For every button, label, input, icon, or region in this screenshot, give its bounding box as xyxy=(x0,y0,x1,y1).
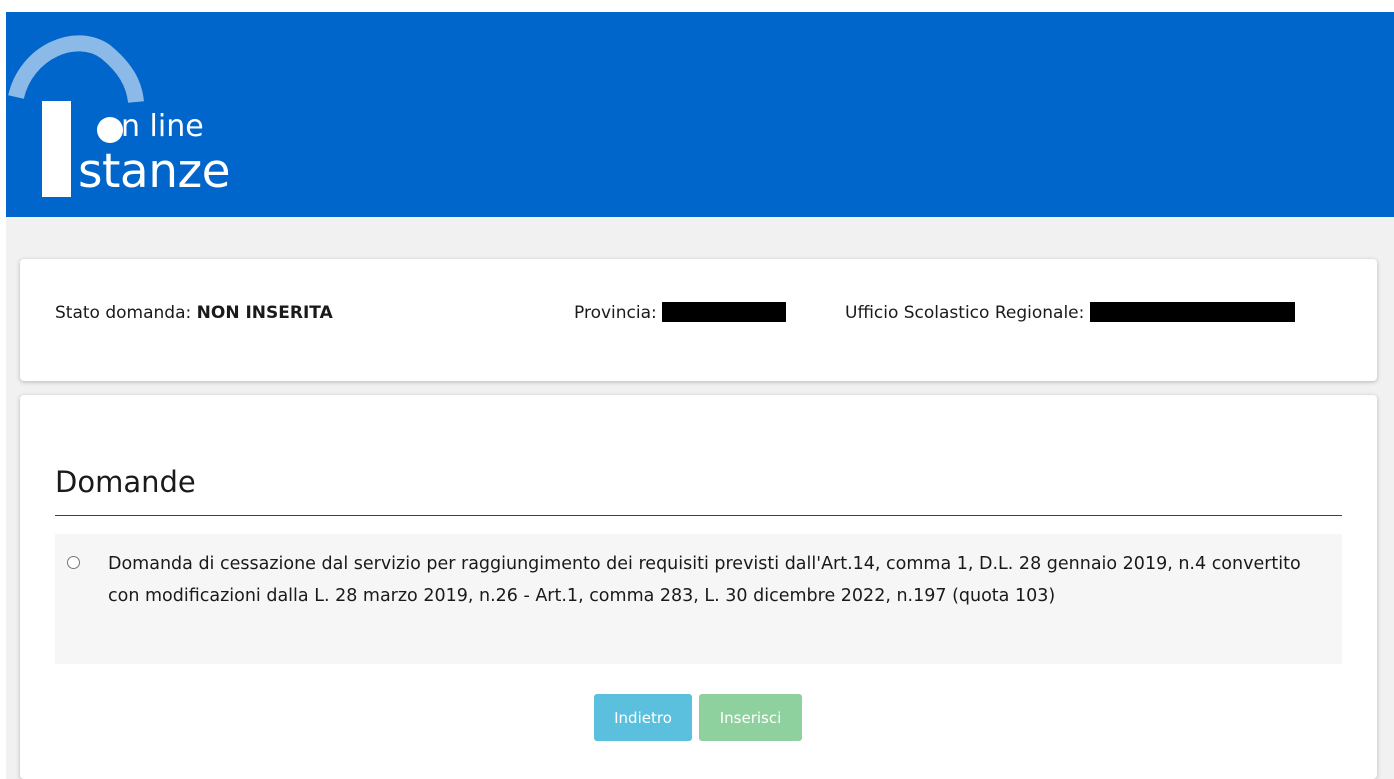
domande-card: Domande Domanda di cessazione dal serviz… xyxy=(20,395,1377,779)
logo-line-istanze: stanze xyxy=(78,144,231,199)
site-header: n line stanze xyxy=(6,12,1394,217)
provincia-value-redacted xyxy=(662,302,787,322)
domande-title: Domande xyxy=(55,465,196,499)
domanda-option[interactable]: Domanda di cessazione dal servizio per r… xyxy=(55,534,1342,664)
domanda-option-label[interactable]: Domanda di cessazione dal servizio per r… xyxy=(108,548,1323,612)
status-card: Stato domanda: NON INSERITA Provincia: U… xyxy=(20,259,1377,381)
stato-domanda: Stato domanda: NON INSERITA xyxy=(55,303,333,323)
ufficio-value-redacted xyxy=(1089,302,1295,322)
inserisci-button[interactable]: Inserisci xyxy=(699,694,802,741)
istanze-online-logo[interactable]: n line stanze xyxy=(6,12,306,217)
stato-value: NON INSERITA xyxy=(196,303,333,323)
indietro-button[interactable]: Indietro xyxy=(594,694,692,741)
top-strip xyxy=(0,0,1394,12)
provincia: Provincia: xyxy=(574,302,787,323)
provincia-label: Provincia: xyxy=(574,303,657,323)
stato-label: Stato domanda: xyxy=(55,303,192,323)
ufficio-scolastico-regionale: Ufficio Scolastico Regionale: xyxy=(845,302,1295,323)
domanda-radio[interactable] xyxy=(67,556,80,569)
ufficio-label: Ufficio Scolastico Regionale: xyxy=(845,303,1085,323)
title-divider xyxy=(55,515,1342,516)
logo-line-online: n line xyxy=(121,109,204,144)
